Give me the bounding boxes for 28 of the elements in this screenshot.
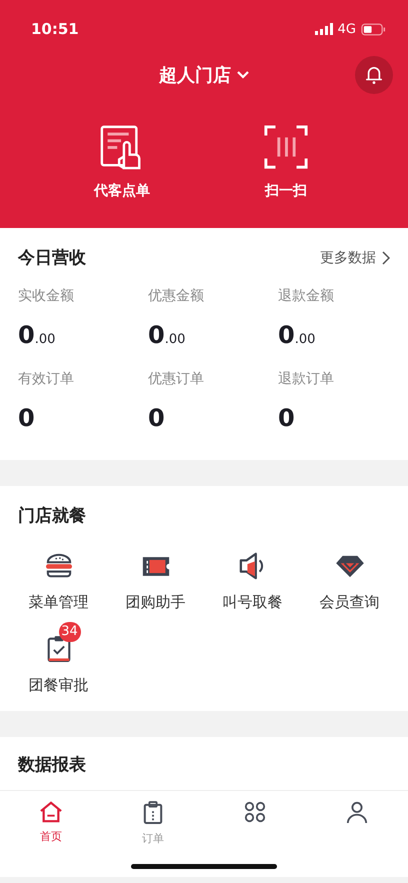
stat-label: 实收金额 [18, 287, 75, 305]
stat-label: 退款订单 [278, 370, 335, 388]
status-time: 10:51 [31, 20, 79, 38]
section-title: 今日营收 [18, 247, 86, 269]
stat-value: 0.00 [148, 321, 186, 351]
stat-value: 0 [278, 404, 296, 432]
section-title: 数据报表 [18, 754, 87, 776]
stat-label: 有效订单 [18, 370, 75, 388]
menu-item[interactable]: 会员查询 [312, 539, 388, 612]
quick-action[interactable]: 扫一扫 [204, 124, 368, 200]
stat-label: 优惠金额 [148, 287, 205, 305]
stat-label: 退款金额 [278, 287, 335, 305]
stat-label: 优惠订单 [148, 370, 205, 388]
menu-item[interactable]: 团购助手 [118, 539, 194, 612]
network-type: 4G [338, 22, 356, 36]
stat-value: 0 [18, 404, 36, 432]
menu-item[interactable]: 菜单管理 [20, 539, 96, 612]
tab-item[interactable]: 首页 [39, 801, 63, 846]
quick-action[interactable]: 代客点单 [40, 124, 204, 200]
store-selector[interactable]: 超人门店 [159, 63, 249, 87]
count-badge: 34 [58, 622, 80, 642]
stat-value: 0 [148, 404, 166, 432]
section-title: 门店就餐 [18, 505, 87, 527]
menu-item[interactable]: 叫号取餐 [214, 539, 290, 612]
stat-value: 0.00 [18, 321, 56, 351]
menu-item[interactable]: 团餐审批 34 [20, 622, 96, 695]
stat-value: 0.00 [278, 321, 316, 351]
more-data-link[interactable]: 更多数据 [320, 248, 390, 266]
